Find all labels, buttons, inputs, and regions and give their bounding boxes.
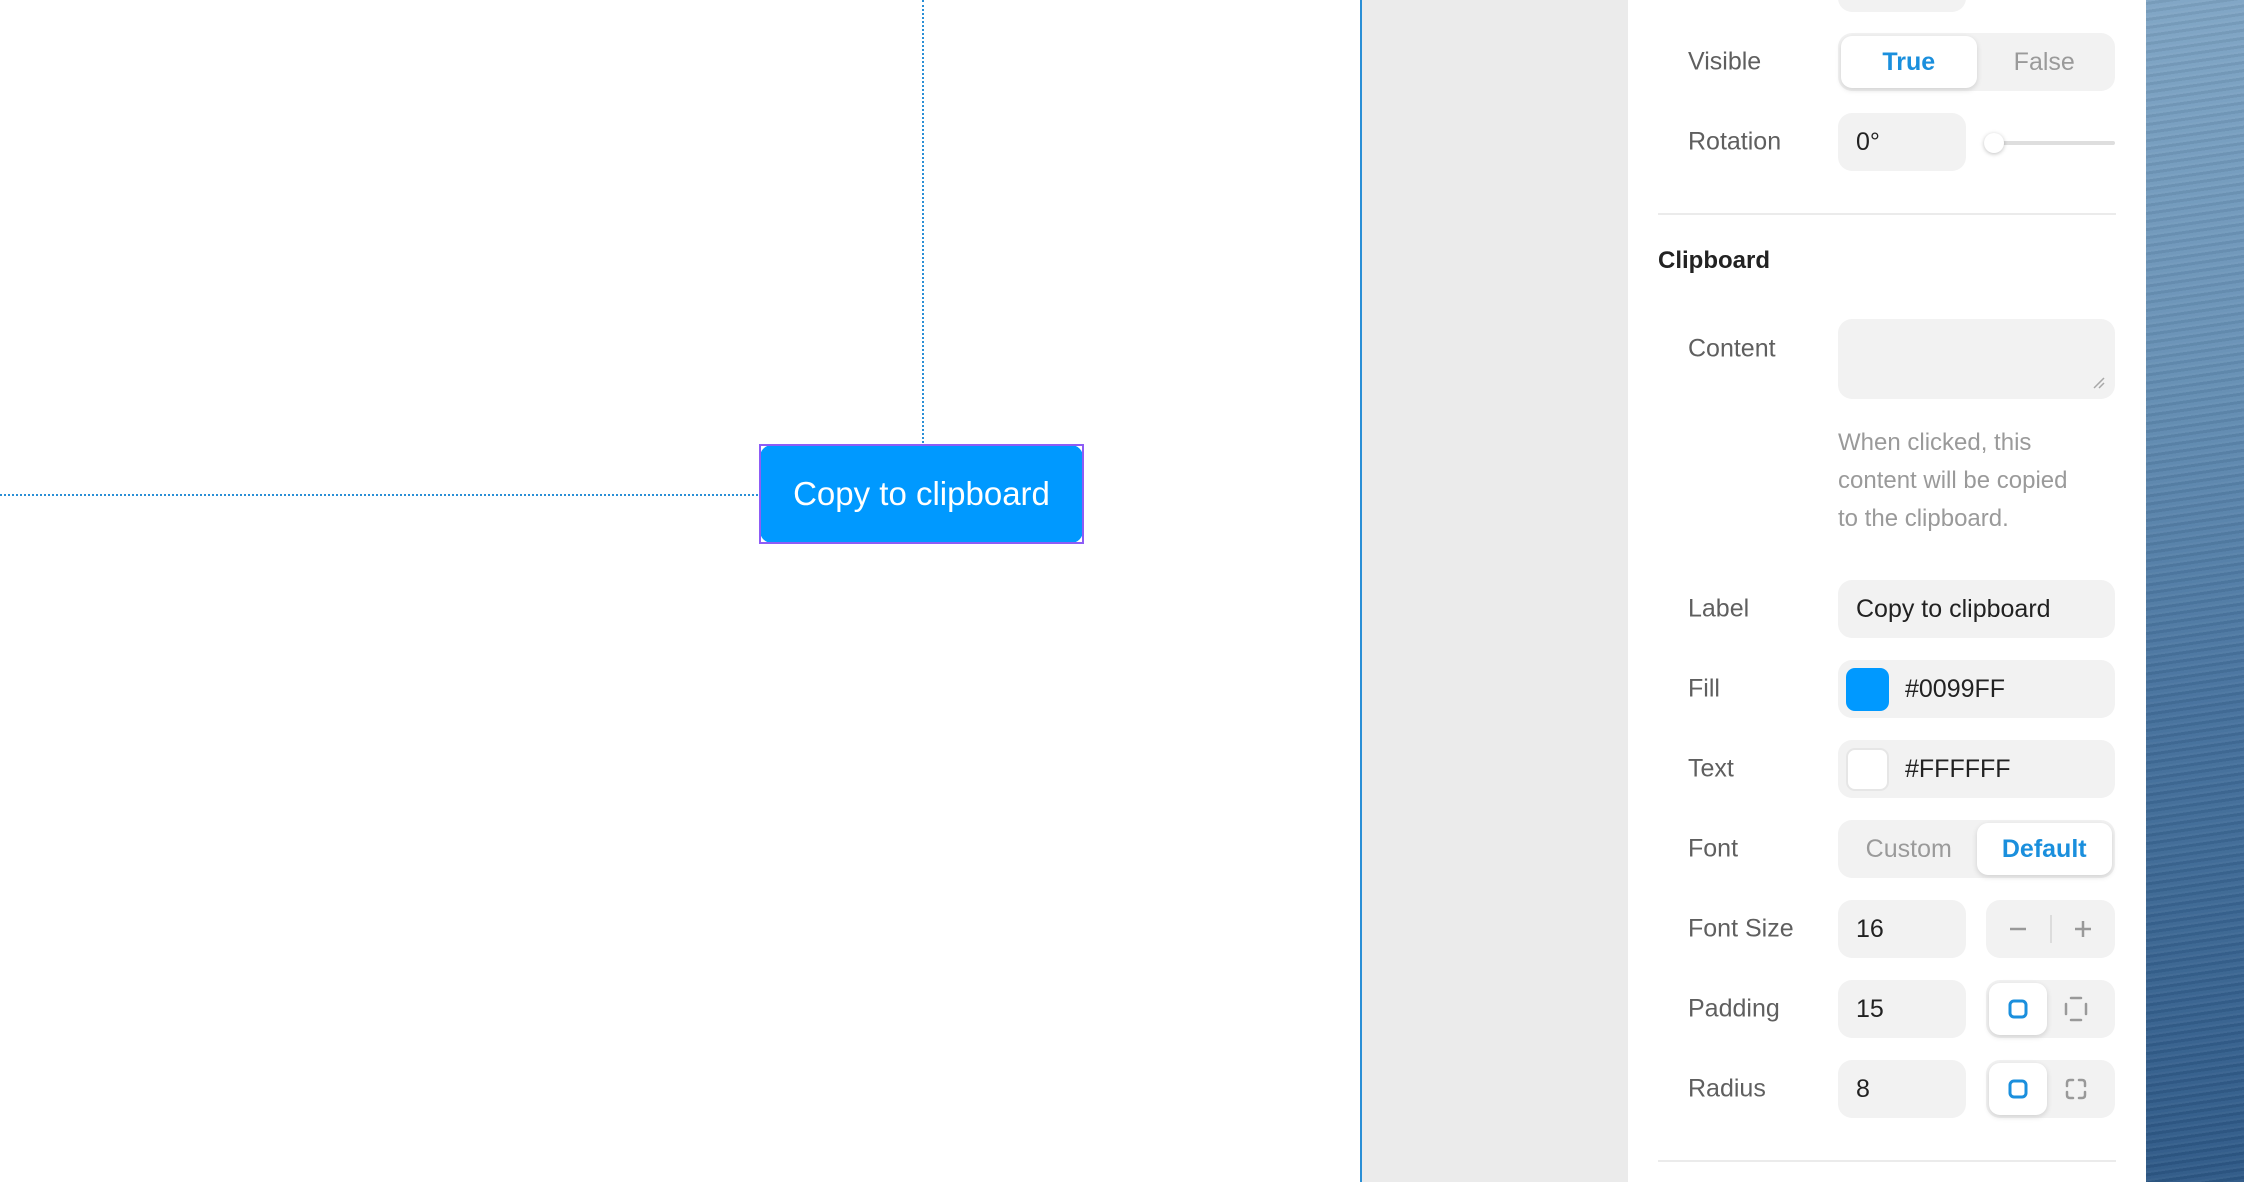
uniform-square-icon <box>2008 999 2028 1019</box>
font-size-value: 16 <box>1856 914 1884 943</box>
clipboard-section-title: Clipboard <box>1658 247 1770 274</box>
decrement-button[interactable] <box>1986 900 2050 958</box>
font-size-input[interactable]: 16 <box>1838 900 1966 958</box>
label-value: Copy to clipboard <box>1856 594 2051 623</box>
copy-to-clipboard-button[interactable]: Copy to clipboard <box>760 445 1083 543</box>
resize-handle-icon[interactable] <box>2091 375 2105 389</box>
visible-toggle: True False <box>1838 33 2115 91</box>
properties-panel: Visible True False Rotation 0° Clipboard… <box>1628 0 2146 1182</box>
padding-uniform-option[interactable] <box>1989 983 2047 1035</box>
fill-label: Fill <box>1688 674 1720 703</box>
minus-icon <box>2009 927 2026 931</box>
section-divider <box>1658 1160 2116 1162</box>
content-label: Content <box>1688 334 1776 363</box>
padding-label: Padding <box>1688 994 1780 1023</box>
text-color-value: #FFFFFF <box>1905 754 2011 783</box>
padding-per-side-option[interactable] <box>2047 983 2105 1035</box>
plus-icon <box>2075 921 2092 937</box>
font-default-option[interactable]: Default <box>1976 823 2112 875</box>
design-canvas[interactable]: Copy to clipboard <box>0 0 1360 1182</box>
partial-field[interactable] <box>1838 0 1966 12</box>
visible-true-option[interactable]: True <box>1841 36 1977 88</box>
font-custom-option[interactable]: Custom <box>1841 823 1977 875</box>
uniform-square-icon <box>2008 1079 2028 1099</box>
radius-label: Radius <box>1688 1074 1766 1103</box>
fill-color-swatch[interactable] <box>1846 667 1889 711</box>
font-label: Font <box>1688 834 1739 863</box>
text-label: Text <box>1688 754 1734 783</box>
radius-value: 8 <box>1856 1074 1870 1103</box>
slider-thumb[interactable] <box>1984 133 2004 153</box>
font-toggle: Custom Default <box>1838 820 2115 878</box>
help-line: When clicked, this <box>1838 429 2032 456</box>
fill-value: #0099FF <box>1905 674 2006 703</box>
horizontal-guide-line <box>0 494 758 496</box>
button-label: Copy to clipboard <box>793 475 1050 512</box>
padding-input[interactable]: 15 <box>1838 980 1966 1038</box>
desktop-wallpaper <box>2146 0 2244 1182</box>
increment-button[interactable] <box>2052 900 2116 958</box>
vertical-guide-line <box>922 0 924 443</box>
help-line: content will be copied <box>1838 467 2068 494</box>
font-size-label: Font Size <box>1688 914 1794 943</box>
rotation-label: Rotation <box>1688 127 1782 156</box>
padding-mode-toggle <box>1986 980 2115 1038</box>
content-help-text: When clicked, this content will be copie… <box>1838 424 2108 538</box>
padding-value: 15 <box>1856 994 1884 1023</box>
radius-input[interactable]: 8 <box>1838 1060 1966 1118</box>
rotation-slider[interactable] <box>1984 113 2115 171</box>
label-input[interactable]: Copy to clipboard <box>1838 580 2115 638</box>
section-divider <box>1658 213 2116 215</box>
visible-label: Visible <box>1688 47 1762 76</box>
per-corner-radius-icon <box>2065 1078 2087 1100</box>
fill-color-input[interactable]: #0099FF <box>1838 660 2115 718</box>
font-size-stepper <box>1986 900 2115 958</box>
canvas-gutter <box>1362 0 1628 1182</box>
per-side-padding-icon <box>2064 996 2088 1022</box>
help-line: to the clipboard. <box>1838 505 2009 532</box>
radius-uniform-option[interactable] <box>1989 1063 2047 1115</box>
radius-mode-toggle <box>1986 1060 2115 1118</box>
label-label: Label <box>1688 594 1750 623</box>
text-color-input[interactable]: #FFFFFF <box>1838 740 2115 798</box>
rotation-input[interactable]: 0° <box>1838 113 1966 171</box>
radius-per-corner-option[interactable] <box>2047 1063 2105 1115</box>
text-color-swatch[interactable] <box>1846 747 1889 791</box>
visible-false-option[interactable]: False <box>1977 36 2113 88</box>
content-textarea[interactable] <box>1838 319 2115 399</box>
rotation-value: 0° <box>1856 127 1880 156</box>
